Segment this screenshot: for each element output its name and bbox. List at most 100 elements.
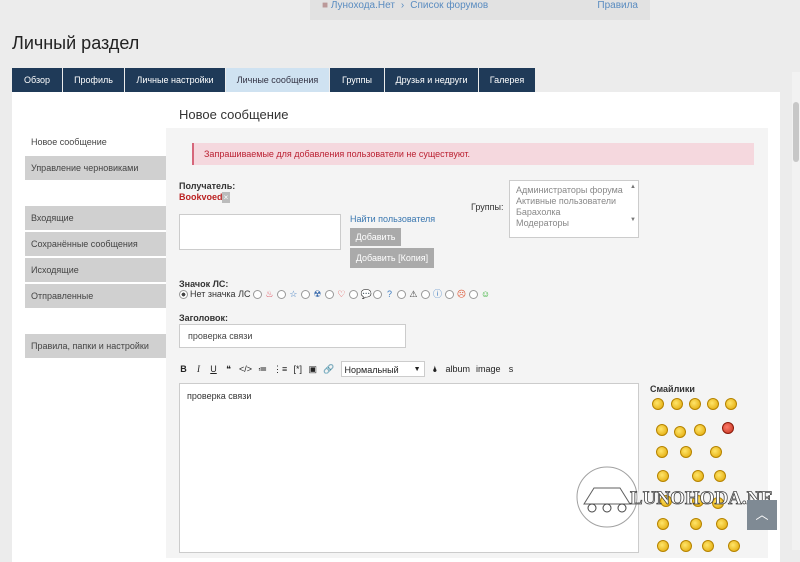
strike-button[interactable]: s [507, 364, 516, 374]
link-icon[interactable]: 🔗 [323, 364, 334, 375]
smiley-icon[interactable] [652, 398, 664, 410]
quote-button[interactable]: ❝ [224, 364, 233, 375]
scroll-to-top-button[interactable]: ︿ [747, 500, 777, 530]
icon-radio[interactable] [397, 289, 407, 299]
smiley-icon[interactable] [680, 540, 692, 552]
tab-private-messages[interactable]: Личные сообщения [226, 68, 329, 92]
image-icon[interactable]: ▣ [308, 364, 318, 375]
italic-button[interactable]: I [194, 364, 203, 374]
tab-groups[interactable]: Группы [330, 68, 384, 92]
remove-recipient-icon[interactable]: × [222, 192, 230, 203]
sidebar-item-sent[interactable]: Отправленные [25, 284, 166, 308]
icon-radio-none[interactable] [179, 289, 188, 299]
tab-gallery[interactable]: Галерея [479, 68, 535, 92]
subject-input[interactable]: проверка связи [179, 324, 406, 348]
recipient-input[interactable] [179, 214, 341, 250]
group-option[interactable]: Модераторы [516, 218, 632, 229]
group-option[interactable]: Администраторы форума [516, 185, 632, 196]
tab-overview[interactable]: Обзор [12, 68, 62, 92]
sidebar: Новое сообщение Управление черновиками В… [25, 130, 166, 360]
font-size-select[interactable]: Нормальный ▼ [340, 361, 425, 377]
smiley-icon[interactable] [656, 424, 668, 436]
icon-radio[interactable] [469, 289, 479, 299]
ordered-list-button[interactable]: ⋮≡ [273, 364, 287, 375]
breadcrumb-bar: ■ Луноходa.Нет › Список форумов Правила [310, 0, 650, 20]
page-title: Личный раздел [12, 33, 140, 53]
info-icon: ⓘ [432, 289, 442, 299]
smiley-icon[interactable] [728, 540, 740, 552]
star-icon: ☆ [289, 289, 298, 299]
rules-link[interactable]: Правила [597, 0, 638, 11]
icon-radio[interactable] [421, 289, 431, 299]
tab-friends-foes[interactable]: Друзья и недруги [385, 68, 478, 92]
smiley-icon[interactable] [680, 446, 692, 458]
smiley-icon[interactable] [702, 540, 714, 552]
editor-toolbar: B I U ❝ </> ≔ ⋮≡ [*] ▣ 🔗 Нормальный ▼ 🌢 a… [179, 361, 522, 377]
tabs: Обзор Профиль Личные настройки Личные со… [12, 68, 536, 92]
underline-button[interactable]: U [209, 364, 218, 374]
breadcrumb-home[interactable]: Луноходa.Нет [331, 0, 395, 11]
icon-radio[interactable] [277, 289, 287, 299]
recipient-label: Получатель: [179, 181, 236, 191]
question-icon: ? [386, 289, 392, 299]
groups-select[interactable]: Администраторы форума Активные пользоват… [509, 180, 639, 238]
groups-scrollbar[interactable]: ▲ ▼ [629, 182, 637, 236]
icon-label: Значок ЛС: [179, 279, 229, 289]
tab-personal-settings[interactable]: Личные настройки [125, 68, 225, 92]
icon-none-label: Нет значка ЛС [190, 289, 251, 299]
main-title: Новое сообщение [179, 107, 289, 122]
speech-bubble-icon: 💬 [360, 289, 372, 299]
sidebar-item-saved[interactable]: Сохранённые сообщения [25, 232, 166, 256]
icon-radio[interactable] [373, 289, 383, 299]
list-button[interactable]: ≔ [258, 364, 267, 375]
find-user-link[interactable]: Найти пользователя [350, 214, 435, 224]
fire-icon: ♨ [265, 289, 274, 299]
warning-icon: ⚠ [409, 289, 418, 299]
smiley-icon[interactable] [674, 426, 686, 438]
icon-radio[interactable] [325, 289, 335, 299]
icon-radio[interactable] [445, 289, 455, 299]
breadcrumb: ■ Луноходa.Нет › Список форумов [322, 0, 489, 11]
watermark-logo: LUNOHODA.NET [575, 465, 772, 529]
icon-radio[interactable] [349, 289, 359, 299]
breadcrumb-forums[interactable]: Список форумов [410, 0, 488, 11]
smiley-icon[interactable] [671, 398, 683, 410]
group-option[interactable]: Барахолка [516, 207, 632, 218]
devil-smiley-icon[interactable] [722, 422, 734, 434]
message-textarea[interactable]: проверка связи [179, 383, 639, 553]
home-icon: ■ [322, 0, 331, 11]
smiley-icon[interactable] [725, 398, 737, 410]
tab-profile[interactable]: Профиль [63, 68, 124, 92]
smiley-icon[interactable] [707, 398, 719, 410]
chevron-down-icon: ▼ [413, 366, 421, 373]
grin-face-icon: ☺ [480, 289, 491, 299]
add-copy-button[interactable]: Добавить [Копия] [350, 248, 434, 268]
sidebar-item-drafts[interactable]: Управление черновиками [25, 156, 166, 180]
font-size-value: Нормальный [344, 365, 399, 375]
group-option[interactable]: Активные пользователи [516, 196, 632, 207]
smiley-icon[interactable] [689, 398, 701, 410]
recipient-name[interactable]: Bookvoed [179, 192, 223, 202]
message-icon-options: Нет значка ЛС ♨ ☆ ☢ ♡ 💬 ? ⚠ ⓘ ☹ ☺ [179, 289, 490, 299]
sidebar-item-rules-folders[interactable]: Правила, папки и настройки [25, 334, 166, 358]
icon-radio[interactable] [253, 289, 263, 299]
radioactive-icon: ☢ [313, 289, 322, 299]
sidebar-item-inbox[interactable]: Входящие [25, 206, 166, 230]
smiley-icon[interactable] [710, 446, 722, 458]
code-button[interactable]: </> [239, 364, 252, 374]
bold-button[interactable]: B [179, 364, 188, 374]
icon-radio[interactable] [301, 289, 311, 299]
image-button[interactable]: image [476, 364, 501, 374]
sidebar-item-outbox[interactable]: Исходящие [25, 258, 166, 282]
add-button[interactable]: Добавить [350, 228, 401, 246]
color-icon[interactable]: 🌢 [431, 364, 440, 375]
smiley-icon[interactable] [656, 446, 668, 458]
sidebar-item-new-message[interactable]: Новое сообщение [25, 130, 166, 154]
smiley-icon[interactable] [657, 540, 669, 552]
heart-icon: ♡ [337, 289, 346, 299]
smiley-icon[interactable] [694, 424, 706, 436]
page-scrollbar[interactable] [792, 72, 800, 550]
scrollbar-thumb[interactable] [793, 102, 799, 162]
album-button[interactable]: album [446, 364, 471, 374]
list-item-button[interactable]: [*] [293, 364, 303, 374]
